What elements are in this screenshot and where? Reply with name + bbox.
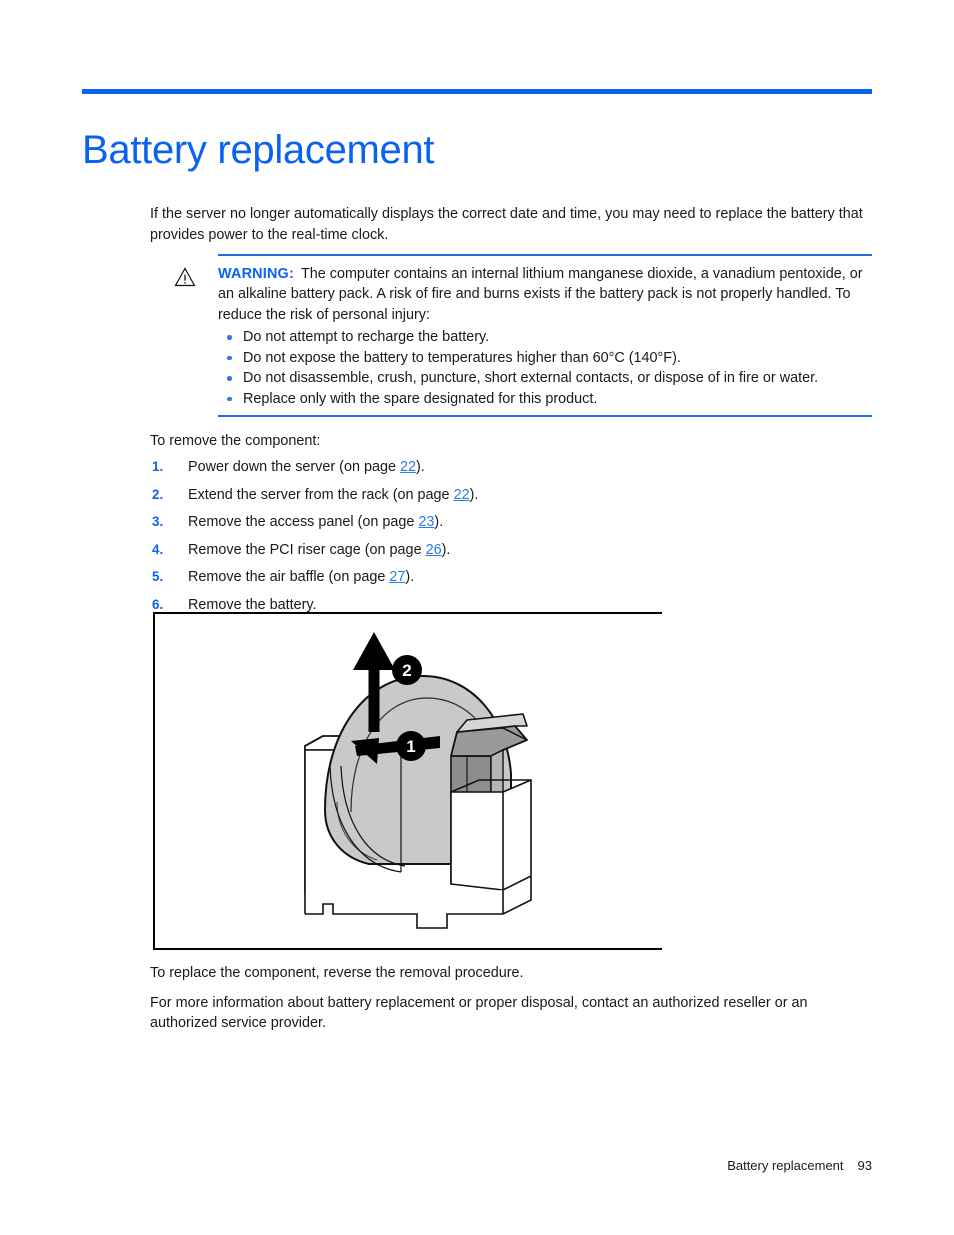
page-footer: Battery replacement 93 xyxy=(727,1158,872,1173)
step-text-tail: ). xyxy=(434,514,444,530)
procedure-step-list: 1. Power down the server (on page 22). 2.… xyxy=(150,457,872,615)
svg-text:2: 2 xyxy=(402,661,411,680)
holder-right-pedestal xyxy=(450,779,532,891)
footer-page-number: 93 xyxy=(857,1158,872,1173)
list-item: Do not expose the battery to temperature… xyxy=(218,348,872,369)
warning-message: The computer contains an internal lithiu… xyxy=(218,265,863,323)
step-number: 2. xyxy=(152,486,164,502)
step-text: Remove the PCI riser cage (on page xyxy=(188,541,426,558)
warning-admonition: WARNING: The computer contains an interna… xyxy=(150,254,872,417)
body-column: If the server no longer automatically di… xyxy=(150,204,872,622)
step-text: Extend the server from the rack (on page xyxy=(188,486,454,503)
page-cross-reference[interactable]: 26 xyxy=(426,542,442,558)
list-item: Do not disassemble, crush, puncture, sho… xyxy=(218,368,872,389)
list-item: Replace only with the spare designated f… xyxy=(218,389,872,410)
replace-note: To replace the component, reverse the re… xyxy=(150,965,524,981)
warning-bullet-list: Do not attempt to recharge the battery. … xyxy=(218,327,872,409)
step-text: Remove the access panel (on page xyxy=(188,514,419,530)
page-cross-reference[interactable]: 22 xyxy=(454,487,470,503)
list-item: Do not attempt to recharge the battery. xyxy=(218,327,872,348)
procedure-step: 5. Remove the air baffle (on page 27). xyxy=(150,567,872,588)
svg-text:1: 1 xyxy=(406,737,415,756)
step-number: 5. xyxy=(152,569,164,584)
procedure-step: 3. Remove the access panel (on page 23). xyxy=(150,512,872,533)
step-number: 4. xyxy=(152,541,164,557)
page-cross-reference[interactable]: 23 xyxy=(418,514,434,530)
battery-removal-figure: 2 1 xyxy=(153,612,662,950)
procedure-lead-in: To remove the component: xyxy=(150,432,321,449)
procedure-step: 1. Power down the server (on page 22). xyxy=(150,457,872,478)
footer-chapter: Battery replacement xyxy=(727,1158,844,1173)
procedure-step: 2. Extend the server from the rack (on pa… xyxy=(150,485,872,506)
step-number: 1. xyxy=(152,459,164,474)
callout-marker-2: 2 xyxy=(392,655,422,685)
tail-column: To replace the component, reverse the re… xyxy=(150,963,872,1043)
callout-marker-1: 1 xyxy=(396,731,426,761)
document-page: Battery replacement If the server no lon… xyxy=(0,0,954,1235)
page-title: Battery replacement xyxy=(82,127,435,172)
page-cross-reference[interactable]: 27 xyxy=(389,569,405,585)
step-text: Remove the battery. xyxy=(188,596,317,613)
step-text-tail: ). xyxy=(416,459,425,475)
procedure-step: 4. Remove the PCI riser cage (on page 26)… xyxy=(150,540,872,561)
disposal-note: For more information about battery repla… xyxy=(150,994,808,1032)
step-text-tail: ). xyxy=(469,486,479,503)
intro-paragraph: If the server no longer automatically di… xyxy=(150,206,863,243)
warning-label: WARNING: xyxy=(218,265,294,282)
header-rule xyxy=(82,89,872,94)
warning-text: WARNING: The computer contains an interna… xyxy=(218,264,872,326)
step-text-tail: ). xyxy=(441,541,451,558)
step-number: 3. xyxy=(152,514,164,529)
step-text: Remove the air baffle (on page xyxy=(188,569,390,585)
page-cross-reference[interactable]: 22 xyxy=(400,459,416,475)
warning-bottom-rule xyxy=(218,415,872,417)
step-text: Power down the server (on page xyxy=(188,459,400,475)
warning-body: WARNING: The computer contains an interna… xyxy=(150,256,872,416)
warning-triangle-icon xyxy=(174,266,196,287)
battery-removal-illustration: 2 1 xyxy=(304,632,532,929)
step-text-tail: ). xyxy=(405,569,415,585)
